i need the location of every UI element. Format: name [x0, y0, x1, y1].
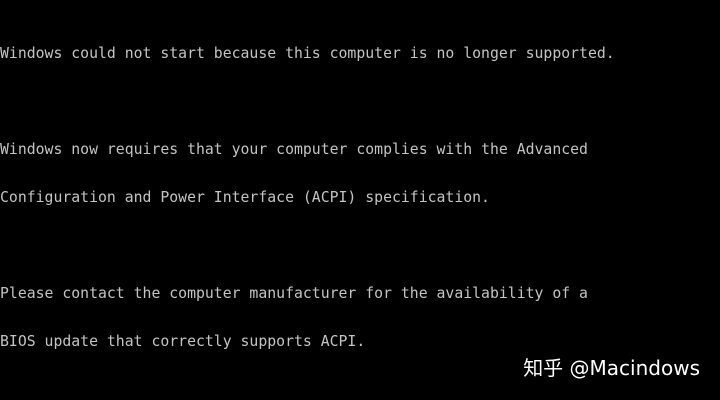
error-line-acpi-requirement-2: Configuration and Power Interface (ACPI)… [0, 189, 490, 206]
error-line-acpi-requirement-1: Windows now requires that your computer … [0, 141, 588, 158]
watermark-zhihu: 知乎 @Macindows [523, 356, 700, 380]
boot-error-screen: Windows could not start because this com… [0, 0, 720, 400]
error-line-contact-1: Please contact the computer manufacturer… [0, 285, 588, 302]
error-message: Windows could not start because this com… [0, 14, 716, 382]
error-line-unsupported: Windows could not start because this com… [0, 45, 615, 62]
error-line-contact-2: BIOS update that correctly supports ACPI… [0, 333, 366, 350]
